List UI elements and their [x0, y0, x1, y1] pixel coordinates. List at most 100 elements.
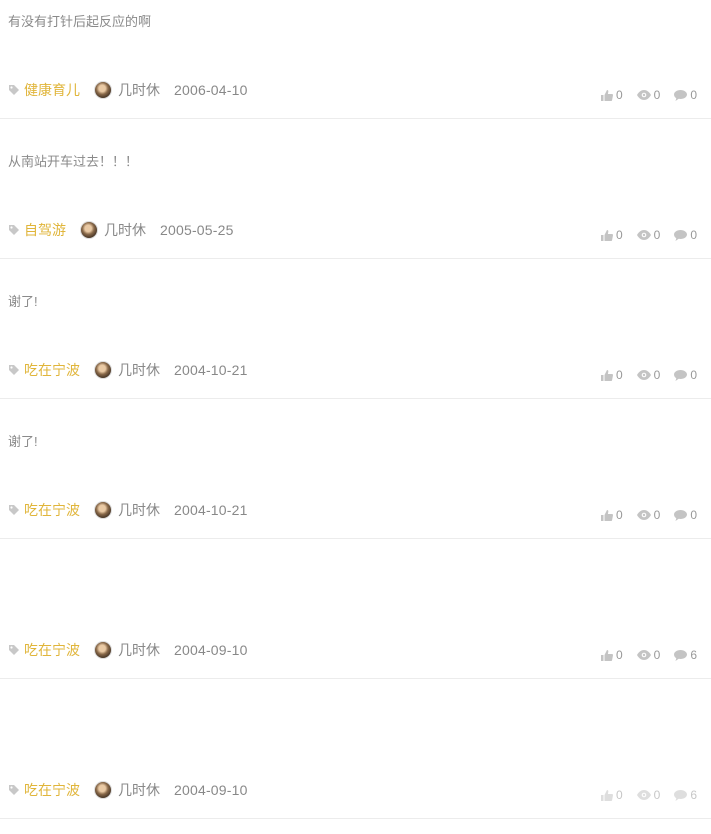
like-count[interactable]: 0: [600, 508, 623, 522]
list-item[interactable]: 谢了! 吃在宁波 几时休 2004-10-21 0 0 0: [0, 259, 711, 399]
avatar[interactable]: [94, 641, 112, 659]
view-count: 0: [636, 228, 660, 242]
eye-icon: [636, 510, 651, 520]
post-excerpt[interactable]: 谢了!: [8, 291, 38, 310]
list-item[interactable]: 从南站开车过去！！！ 自驾游 几时休 2005-05-25 0 0 0: [0, 119, 711, 259]
post-excerpt[interactable]: 有没有打针后起反应的啊: [8, 11, 151, 30]
avatar[interactable]: [94, 781, 112, 799]
comment-count[interactable]: 0: [674, 88, 697, 102]
like-count-value: 0: [615, 88, 623, 102]
eye-icon: [636, 230, 651, 240]
list-item[interactable]: 谢了! 吃在宁波 几时休 2004-10-21 0 0 0: [0, 399, 711, 539]
comment-count[interactable]: 6: [674, 788, 697, 802]
view-count: 0: [636, 88, 661, 102]
view-count: 0: [636, 788, 661, 802]
like-count[interactable]: 0: [600, 648, 623, 662]
author-name[interactable]: 几时休: [104, 220, 146, 240]
post-stats: 0 0 0: [587, 228, 697, 242]
view-count-value: 0: [653, 508, 661, 522]
comment-count[interactable]: 6: [674, 648, 697, 662]
avatar[interactable]: [94, 361, 112, 379]
eye-icon: [636, 790, 651, 800]
post-stats: 0 0 0: [587, 368, 697, 382]
post-meta: 吃在宁波 几时休 2004-10-21: [8, 500, 248, 520]
like-count-value: 0: [615, 648, 623, 662]
post-date: 2004-09-10: [174, 782, 248, 798]
view-count-value: 0: [653, 88, 661, 102]
thumbs-up-icon: [600, 789, 613, 801]
post-date: 2004-10-21: [174, 362, 248, 378]
thumbs-up-icon: [600, 369, 613, 381]
post-date: 2006-04-10: [174, 82, 248, 98]
comment-icon: [674, 649, 688, 661]
like-count-value: 0: [615, 788, 623, 802]
eye-icon: [636, 370, 651, 380]
comment-count-value: 0: [690, 368, 697, 382]
list-item[interactable]: 吃在宁波 几时休 2004-09-10 0 0 6: [0, 679, 711, 819]
tag-icon: [8, 224, 20, 236]
avatar[interactable]: [80, 221, 98, 239]
comment-count[interactable]: 0: [674, 228, 697, 242]
category-link[interactable]: 吃在宁波: [24, 640, 80, 660]
comment-icon: [674, 509, 688, 521]
post-excerpt[interactable]: 从南站开车过去！！！: [8, 151, 138, 170]
comment-count-value: 6: [690, 648, 697, 662]
thumbs-up-icon: [600, 509, 613, 521]
comment-count[interactable]: 0: [674, 508, 697, 522]
eye-icon: [636, 90, 651, 100]
post-date: 2005-05-25: [160, 222, 234, 238]
category-link[interactable]: 吃在宁波: [24, 780, 80, 800]
author-name[interactable]: 几时休: [118, 500, 160, 520]
tag-icon: [8, 784, 20, 796]
view-count: 0: [636, 648, 661, 662]
avatar[interactable]: [94, 81, 112, 99]
thumbs-up-icon: [600, 89, 613, 101]
post-meta: 健康育儿 几时休 2006-04-10: [8, 80, 248, 100]
like-count[interactable]: 0: [600, 88, 623, 102]
eye-icon: [636, 650, 651, 660]
like-count-value: 0: [615, 228, 623, 242]
like-count[interactable]: 0: [600, 368, 623, 382]
like-count[interactable]: 0: [600, 228, 623, 242]
post-date: 2004-09-10: [174, 642, 248, 658]
list-item[interactable]: 有没有打针后起反应的啊 健康育儿 几时休 2006-04-10 0 0 0: [0, 0, 711, 119]
comment-icon: [674, 369, 688, 381]
thumbs-up-icon: [600, 649, 613, 661]
post-stats: 0 0 0: [587, 508, 697, 522]
post-stats: 0 0 6: [587, 648, 697, 662]
post-date: 2004-10-21: [174, 502, 248, 518]
post-stats: 0 0 6: [587, 788, 697, 802]
post-meta: 吃在宁波 几时休 2004-09-10: [8, 780, 248, 800]
avatar[interactable]: [94, 501, 112, 519]
post-meta: 吃在宁波 几时休 2004-09-10: [8, 640, 248, 660]
view-count-value: 0: [653, 648, 661, 662]
category-link[interactable]: 吃在宁波: [24, 500, 80, 520]
author-name[interactable]: 几时休: [118, 80, 160, 100]
comment-count[interactable]: 0: [674, 368, 697, 382]
comment-icon: [674, 789, 688, 801]
like-count-value: 0: [615, 368, 623, 382]
like-count-value: 0: [615, 508, 623, 522]
post-excerpt[interactable]: 谢了!: [8, 431, 38, 450]
comment-count-value: 0: [690, 88, 697, 102]
tag-icon: [8, 364, 20, 376]
post-meta: 吃在宁波 几时休 2004-10-21: [8, 360, 248, 380]
comment-icon: [674, 229, 688, 241]
view-count-value: 0: [653, 368, 661, 382]
author-name[interactable]: 几时休: [118, 640, 160, 660]
category-link[interactable]: 吃在宁波: [24, 360, 80, 380]
category-link[interactable]: 自驾游: [24, 220, 66, 240]
list-item[interactable]: 吃在宁波 几时休 2004-09-10 0 0 6: [0, 539, 711, 679]
post-list: 有没有打针后起反应的啊 健康育儿 几时休 2006-04-10 0 0 0 从南…: [0, 0, 711, 819]
comment-count-value: 6: [690, 788, 697, 802]
author-name[interactable]: 几时休: [118, 360, 160, 380]
view-count: 0: [636, 368, 661, 382]
thumbs-up-icon: [600, 229, 613, 241]
author-name[interactable]: 几时休: [118, 780, 160, 800]
post-meta: 自驾游 几时休 2005-05-25: [8, 220, 234, 240]
comment-icon: [674, 89, 688, 101]
like-count[interactable]: 0: [600, 788, 623, 802]
comment-count-value: 0: [690, 228, 697, 242]
category-link[interactable]: 健康育儿: [24, 80, 80, 100]
view-count-value: 0: [653, 788, 661, 802]
